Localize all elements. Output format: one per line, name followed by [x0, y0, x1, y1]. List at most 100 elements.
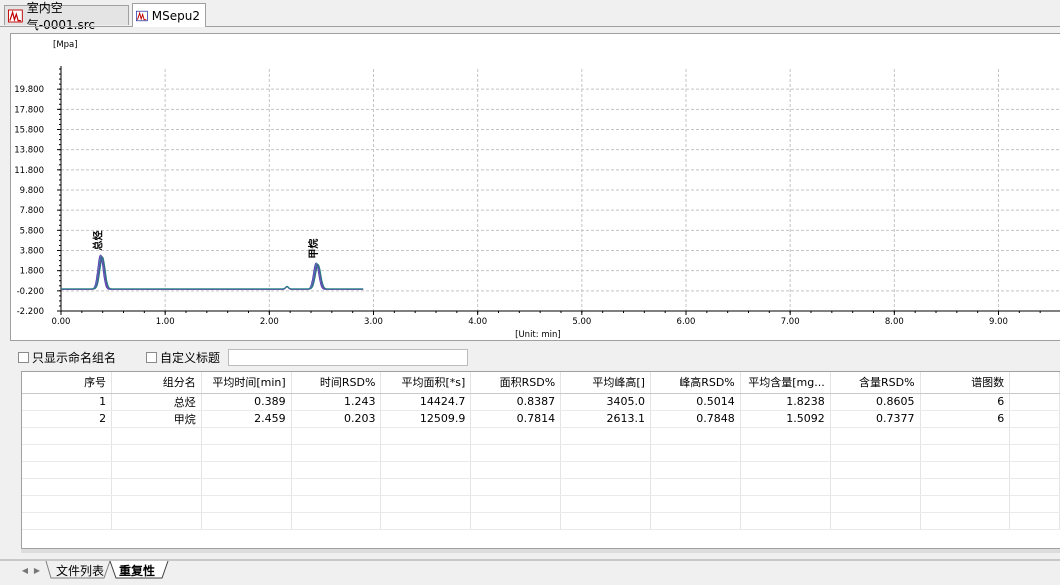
table-cell: [1009, 410, 1060, 428]
table-cell: [920, 495, 1011, 513]
y-tick-label: 5.800: [20, 226, 44, 236]
table-row[interactable]: [22, 444, 1060, 462]
y-tick-label: 11.800: [14, 166, 44, 176]
column-header[interactable]: 峰高RSD%: [650, 372, 741, 394]
table-cell: 0.203: [291, 410, 382, 428]
table-cell: [920, 512, 1011, 530]
column-header[interactable]: 平均时间[min]: [201, 372, 292, 394]
table-cell: 1.243: [291, 393, 382, 411]
bottom-tab-file-list[interactable]: 文件列表: [56, 561, 104, 579]
table-cell: [291, 478, 382, 496]
checkbox-box[interactable]: [146, 351, 158, 363]
column-header[interactable]: 谱图数: [920, 372, 1011, 394]
table-cell: [291, 427, 382, 445]
bottom-tab-bar: ◀ ▶ 文件列表 重复性: [0, 559, 1060, 585]
tab-label: MSepu2: [151, 8, 200, 23]
chromatogram-chart[interactable]: 19.800 17.800 15.800 13.800 11.800 9.800 7.800…: [11, 34, 1060, 341]
x-tick-label: 9.00: [989, 317, 1008, 327]
table-row[interactable]: 2 甲烷 2.459 0.203 12509.9 0.7814 2613.1 0.7848 1.…: [22, 410, 1060, 428]
table-cell: [830, 461, 921, 479]
table-cell: [470, 495, 562, 513]
table-cell: [560, 478, 651, 496]
table-cell: [380, 427, 472, 445]
table-cell: [201, 427, 292, 445]
table-cell: [740, 478, 831, 496]
table-row[interactable]: [22, 478, 1060, 496]
y-axis-label: [Mpa]: [53, 40, 78, 50]
table-row[interactable]: [22, 495, 1060, 513]
table-cell: [111, 444, 202, 462]
show-named-only-checkbox[interactable]: 只显示命名组名: [18, 349, 116, 366]
column-header[interactable]: 平均峰高[]: [560, 372, 651, 394]
table-cell: [380, 478, 472, 496]
table-cell: [830, 495, 921, 513]
table-cell: [560, 512, 651, 530]
document-tab-bar: 室内空气-0001.src MSepu2: [0, 0, 1060, 32]
x-tick-label: 2.00: [260, 317, 279, 327]
table-row[interactable]: [22, 512, 1060, 530]
y-tick-label: 15.800: [14, 126, 44, 136]
x-tick-label: 5.00: [572, 317, 591, 327]
x-tick-label: 4.00: [468, 317, 487, 327]
column-header[interactable]: 平均面积[*s]: [380, 372, 472, 394]
custom-title-input[interactable]: [228, 348, 469, 366]
table-cell: 1: [22, 393, 113, 411]
table-header-row: 序号 组分名 平均时间[min] 时间RSD% 平均面积[*s] 面积RSD% 平均峰高[]…: [22, 372, 1060, 394]
table-cell: [470, 461, 562, 479]
column-header[interactable]: 时间RSD%: [291, 372, 382, 394]
x-tick-label: 1.00: [156, 317, 175, 327]
y-tick-label: 7.800: [20, 206, 44, 216]
results-grid[interactable]: 序号 组分名 平均时间[min] 时间RSD% 平均面积[*s] 面积RSD% 平均峰高[]…: [21, 371, 1060, 549]
table-cell: [560, 461, 651, 479]
column-header[interactable]: 面积RSD%: [470, 372, 562, 394]
table-cell: [650, 512, 741, 530]
column-header[interactable]: 平均含量[mg...: [740, 372, 831, 394]
chromatogram-trace: [61, 255, 364, 290]
options-bar: 只显示命名组名 自定义标题: [18, 347, 469, 367]
y-tick-label: 3.800: [20, 247, 44, 257]
table-cell: [560, 427, 651, 445]
table-cell: [650, 461, 741, 479]
table-cell: [650, 495, 741, 513]
table-cell: 0.8605: [830, 393, 921, 411]
tab-msepu2[interactable]: MSepu2: [132, 3, 206, 27]
peak-label: 总烃: [92, 231, 105, 251]
x-tick-label: 8.00: [885, 317, 904, 327]
custom-title-checkbox[interactable]: 自定义标题: [146, 349, 220, 366]
table-row[interactable]: 1 总烃 0.389 1.243 14424.7 0.8387 3405.0 0.5014 1.…: [22, 393, 1060, 411]
table-cell: 2613.1: [560, 410, 651, 428]
table-cell: [380, 461, 472, 479]
column-header[interactable]: 含量RSD%: [830, 372, 921, 394]
checkbox-box[interactable]: [18, 351, 29, 363]
column-header[interactable]: 组分名: [111, 372, 202, 394]
chromatogram-file-icon: [8, 9, 23, 22]
table-cell: [560, 495, 651, 513]
table-cell: [291, 461, 382, 479]
table-cell: 6: [920, 410, 1011, 428]
y-tick-label: 9.800: [20, 186, 44, 196]
horizontal-scrollbar[interactable]: [21, 549, 1060, 553]
table-cell: 0.389: [201, 393, 292, 411]
bottom-tab-repeatability[interactable]: 重复性: [119, 561, 155, 579]
table-cell: [22, 495, 113, 513]
table-cell: [291, 512, 382, 530]
table-cell: [920, 444, 1011, 462]
chromatogram-panel[interactable]: 19.800 17.800 15.800 13.800 11.800 9.800 7.800…: [10, 33, 1060, 341]
table-cell: [291, 495, 382, 513]
table-row[interactable]: [22, 461, 1060, 479]
table-row[interactable]: [22, 427, 1060, 445]
y-tick-label: 17.800: [14, 105, 44, 115]
table-cell: [1009, 444, 1060, 462]
table-cell: [920, 427, 1011, 445]
scroll-right-icon[interactable]: ▶: [32, 563, 42, 577]
y-tick-label: -2.200: [17, 307, 44, 317]
tab-src-file[interactable]: 室内空气-0001.src: [4, 1, 129, 32]
table-cell: [830, 478, 921, 496]
table-cell: [380, 495, 472, 513]
x-axis-label: [Unit: min]: [515, 330, 561, 340]
column-header[interactable]: 序号: [22, 372, 113, 394]
table-cell: 3405.0: [560, 393, 651, 411]
scroll-left-icon[interactable]: ◀: [20, 563, 30, 577]
table-cell: [111, 461, 202, 479]
bottom-tab-label: 文件列表: [56, 563, 105, 578]
